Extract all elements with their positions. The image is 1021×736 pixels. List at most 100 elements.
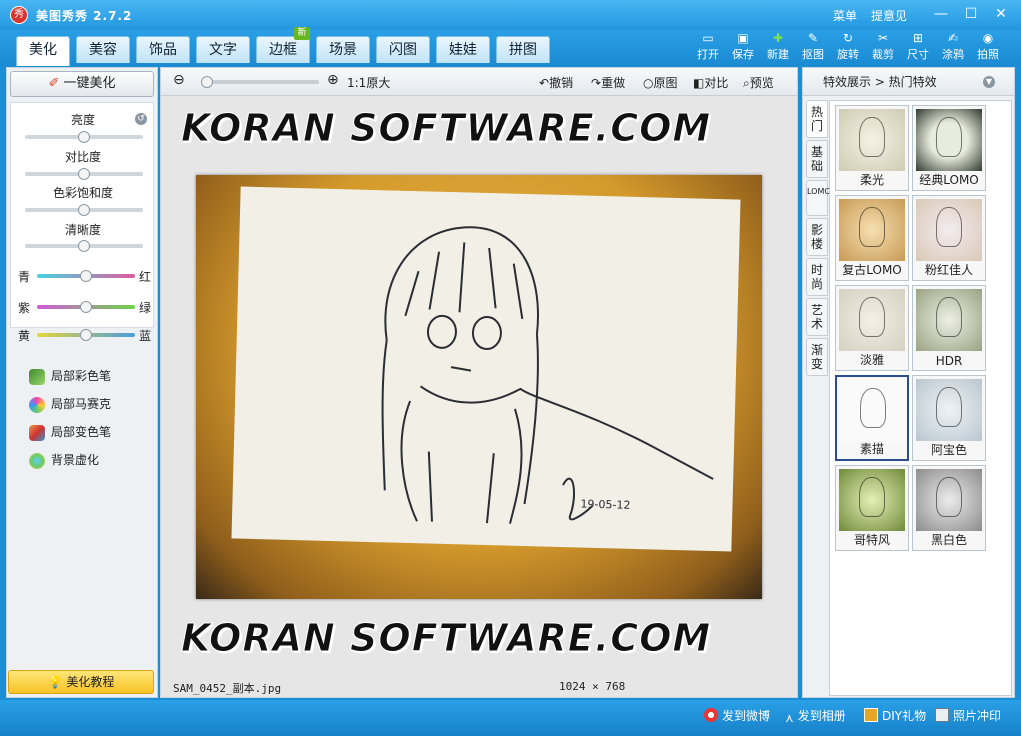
save-icon: ▣ <box>737 31 749 45</box>
share-weibo-button[interactable]: 发到微博 <box>704 707 770 724</box>
chevron-down-icon[interactable]: ▼ <box>983 76 995 88</box>
redo-button[interactable]: ↷重做 <box>591 74 625 91</box>
save-button[interactable]: ▣ 保存 <box>728 30 758 62</box>
contrast-slider[interactable] <box>25 168 143 180</box>
reset-icon[interactable]: ↺ <box>135 113 147 125</box>
preview-button[interactable]: ⌕预览 <box>743 74 774 91</box>
redo-icon: ↷ <box>591 76 602 90</box>
photo-preview: 19-05-12 <box>196 175 762 599</box>
yellow-blue-knob[interactable] <box>80 329 92 341</box>
signature-date: 19-05-12 <box>580 498 630 512</box>
vtab-gradient[interactable]: 渐变 <box>806 338 828 376</box>
compare-icon: ◧ <box>693 76 705 90</box>
saturation-knob[interactable] <box>78 204 90 216</box>
effect-sketch[interactable]: 素描 <box>835 375 909 461</box>
zoom-out-icon[interactable]: ⊖ <box>173 72 185 88</box>
tutorial-button[interactable]: 💡 美化教程 <box>8 670 154 694</box>
purple-green-slider[interactable] <box>37 301 135 313</box>
tab-frame[interactable]: 边框 <box>256 36 310 63</box>
effect-thumbnail <box>916 379 982 441</box>
original-button[interactable]: ○原图 <box>643 74 678 91</box>
local-mosaic-tool[interactable]: 局部马赛克 <box>29 394 111 414</box>
purple-green-knob[interactable] <box>80 301 92 313</box>
close-button[interactable]: ✕ <box>990 4 1012 24</box>
doodle-button[interactable]: ✍ 涂鸦 <box>938 30 968 62</box>
cyan-red-slider[interactable] <box>37 270 135 282</box>
vtab-studio[interactable]: 影楼 <box>806 218 828 256</box>
menu-link[interactable]: 菜单 <box>833 7 857 24</box>
tab-collage[interactable]: 拼图 <box>496 36 550 63</box>
tab-doll[interactable]: 娃娃 <box>436 36 490 63</box>
vtab-lomo[interactable]: LOMO <box>806 180 831 216</box>
weibo-icon <box>704 708 718 722</box>
zoom-slider[interactable] <box>201 76 319 88</box>
tab-flash[interactable]: 闪图 <box>376 36 430 63</box>
folder-icon: ▭ <box>702 31 714 45</box>
watermark-bottom: KORAN SOFTWARE.COM <box>180 616 712 661</box>
background-blur-tool[interactable]: 背景虚化 <box>29 450 99 470</box>
share-album-button[interactable]: ⋏ 发到相册 <box>785 707 846 725</box>
photo-print-button[interactable]: 照片冲印 <box>935 707 1001 724</box>
effect-thumbnail <box>840 380 906 442</box>
crop-button[interactable]: ✂ 裁剪 <box>868 30 898 62</box>
effect-gothic[interactable]: 哥特风 <box>835 465 909 551</box>
vtab-art[interactable]: 艺术 <box>806 298 828 336</box>
cutout-button[interactable]: ✎ 抠图 <box>798 30 828 62</box>
minimize-button[interactable]: — <box>930 4 952 24</box>
sharpness-slider[interactable] <box>25 240 143 252</box>
zoom-in-icon[interactable]: ⊕ <box>327 72 339 88</box>
effect-thumbnail <box>916 289 982 351</box>
effect-black-white[interactable]: 黑白色 <box>912 465 986 551</box>
local-color-pen-tool[interactable]: 局部彩色笔 <box>29 366 111 386</box>
vtab-hot[interactable]: 热门 <box>806 100 828 138</box>
actual-size-button[interactable]: 1:1原大 <box>347 74 390 91</box>
contrast-knob[interactable] <box>78 168 90 180</box>
yellow-label: 黄 <box>18 329 31 343</box>
effect-hdr[interactable]: HDR <box>912 285 986 371</box>
effect-elegant[interactable]: 淡雅 <box>835 285 909 371</box>
size-button[interactable]: ⊞ 尺寸 <box>903 30 933 62</box>
tab-beautify[interactable]: 美化 <box>16 36 70 66</box>
diy-gift-button[interactable]: DIY礼物 <box>864 707 926 724</box>
printer-icon <box>935 708 949 722</box>
vtab-basic[interactable]: 基础 <box>806 140 828 178</box>
feedback-link[interactable]: 提意见 <box>871 7 907 24</box>
red-label: 红 <box>139 270 152 284</box>
camera-button[interactable]: ◉ 拍照 <box>973 30 1003 62</box>
tab-makeup[interactable]: 美容 <box>76 36 130 63</box>
hand-brush-icon <box>29 424 45 441</box>
sharpness-knob[interactable] <box>78 240 90 252</box>
adjust-panel: ✐ 一键美化 亮度 ↺ 对比度 色彩饱和度 清晰度 青 红 紫 绿 黄 蓝 局部… <box>6 67 158 698</box>
saturation-slider[interactable] <box>25 204 143 216</box>
effect-pink-lady[interactable]: 粉红佳人 <box>912 195 986 281</box>
effect-soft-light[interactable]: 柔光 <box>835 105 909 191</box>
tab-accessories[interactable]: 饰品 <box>136 36 190 63</box>
preview-icon: ⌕ <box>743 76 750 90</box>
brightness-slider[interactable] <box>25 131 143 143</box>
cyan-red-knob[interactable] <box>80 270 92 282</box>
rotate-button[interactable]: ↻ 旋转 <box>833 30 863 62</box>
vtab-fashion[interactable]: 时尚 <box>806 258 828 296</box>
effects-panel: 特效展示 > 热门特效 ▼ 热门 基础 LOMO 影楼 时尚 艺术 渐变 柔光 … <box>802 67 1015 698</box>
brightness-knob[interactable] <box>78 131 90 143</box>
compare-button[interactable]: ◧对比 <box>693 74 728 91</box>
effect-abao-color[interactable]: 阿宝色 <box>912 375 986 461</box>
local-recolor-pen-tool[interactable]: 局部变色笔 <box>29 422 111 442</box>
open-button[interactable]: ▭ 打开 <box>693 30 723 62</box>
one-key-beautify-button[interactable]: ✐ 一键美化 <box>10 71 154 97</box>
effect-classic-lomo[interactable]: 经典LOMO <box>912 105 986 191</box>
tab-text[interactable]: 文字 <box>196 36 250 63</box>
saturation-label: 色彩饱和度 <box>52 186 113 200</box>
paper-sheet: 19-05-12 <box>231 186 741 552</box>
effect-thumbnail <box>839 109 905 171</box>
maximize-button[interactable]: ☐ <box>960 4 982 24</box>
effect-retro-lomo[interactable]: 复古LOMO <box>835 195 909 281</box>
zoom-knob[interactable] <box>201 76 213 88</box>
new-button[interactable]: ✚ 新建 <box>763 30 793 62</box>
tab-scene[interactable]: 场景 <box>316 36 370 63</box>
undo-button[interactable]: ↶撤销 <box>539 74 573 91</box>
camera-icon: ◉ <box>982 31 994 45</box>
brush-icon: ✍ <box>947 31 959 45</box>
yellow-blue-slider[interactable] <box>37 329 135 341</box>
magic-wand-icon: ✐ <box>48 76 64 91</box>
